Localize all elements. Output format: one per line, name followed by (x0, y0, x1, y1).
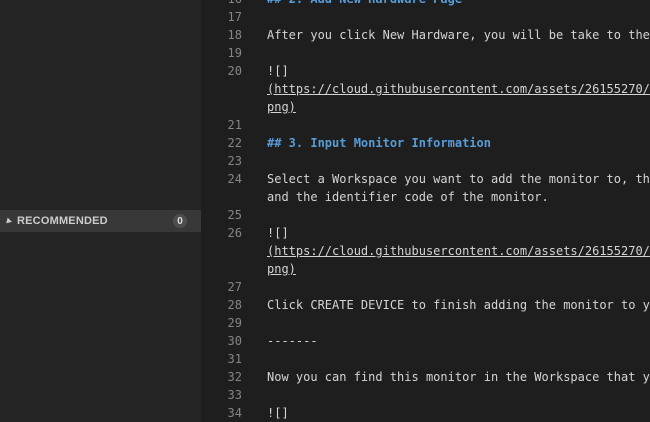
markdown-link: (https://cloud.githubusercontent.com/ass… (267, 82, 650, 96)
editor-line[interactable]: and the identifier code of the monitor. (201, 188, 650, 206)
line-number: 16 (201, 0, 242, 8)
editor-line[interactable]: 19 (201, 44, 650, 62)
line-number: 31 (227, 352, 242, 366)
editor-line[interactable]: 33 (201, 386, 650, 404)
recommended-section-header[interactable]: RECOMMENDED 0 (0, 210, 201, 232)
editor-line[interactable]: 22 ## 3. Input Monitor Information (201, 134, 650, 152)
line-text: ![] (267, 406, 289, 420)
editor-line[interactable]: 27 (201, 278, 650, 296)
line-number: 18 (227, 28, 242, 42)
editor-line[interactable]: 32 Now you can find this monitor in the W… (201, 368, 650, 386)
line-text: ![] (267, 64, 289, 78)
editor-line[interactable]: (https://cloud.githubusercontent.com/ass… (201, 242, 650, 260)
editor-line[interactable]: 23 (201, 152, 650, 170)
editor-line[interactable]: 31 (201, 350, 650, 368)
line-number: 19 (227, 46, 242, 60)
markdown-link: (https://cloud.githubusercontent.com/ass… (267, 244, 650, 258)
chevron-down-icon[interactable] (4, 217, 12, 225)
editor-line[interactable]: 28 Click CREATE DEVICE to finish adding t… (201, 296, 650, 314)
line-number: 25 (227, 208, 242, 222)
count-badge: 0 (173, 214, 187, 228)
editor-line[interactable]: 26 ![] (201, 224, 650, 242)
line-number: 28 (227, 298, 242, 312)
markdown-heading: ## 3. Input Monitor Information (267, 136, 491, 150)
line-text: Select a Workspace you want to add the m… (267, 172, 650, 186)
editor-line[interactable]: 18 After you click New Hardware, you will… (201, 26, 650, 44)
markdown-link: png) (267, 262, 296, 276)
line-number: 32 (227, 370, 242, 384)
line-number: 26 (227, 226, 242, 240)
editor-line[interactable]: png) (201, 260, 650, 278)
editor-line[interactable]: (https://cloud.githubusercontent.com/ass… (201, 80, 650, 98)
line-number: 27 (227, 280, 242, 294)
line-number: 24 (227, 172, 242, 186)
line-number: 33 (227, 388, 242, 402)
editor-line[interactable]: png) (201, 98, 650, 116)
line-text: and the identifier code of the monitor. (267, 190, 549, 204)
line-number: 22 (227, 136, 242, 150)
editor-line[interactable]: 24 Select a Workspace you want to add the… (201, 170, 650, 188)
editor-line[interactable]: 21 (201, 116, 650, 134)
line-number: 17 (227, 10, 242, 24)
markdown-heading: ## 2. Add New Hardware Page (267, 0, 462, 8)
line-number: 29 (227, 316, 242, 330)
editor-line[interactable]: 16 ## 2. Add New Hardware Page (201, 0, 650, 8)
section-title: RECOMMENDED (17, 215, 108, 227)
editor-line[interactable]: 30 ------- (201, 332, 650, 350)
line-number: 21 (227, 118, 242, 132)
editor-line[interactable]: 34 ![] (201, 404, 650, 422)
line-text: ![] (267, 226, 289, 240)
editor-line[interactable]: 25 (201, 206, 650, 224)
line-number: 30 (227, 334, 242, 348)
line-text: Click CREATE DEVICE to finish adding the… (267, 298, 650, 312)
editor-line[interactable]: 17 (201, 8, 650, 26)
code-editor[interactable]: 16 ## 2. Add New Hardware Page 17 18 After y… (201, 0, 650, 422)
markdown-link: png) (267, 100, 296, 114)
editor-lines: 16 ## 2. Add New Hardware Page 17 18 After y… (201, 0, 650, 422)
line-text: ------- (267, 334, 318, 348)
line-number: 23 (227, 154, 242, 168)
line-number: 20 (227, 64, 242, 78)
sidebar: RECOMMENDED 0 (0, 0, 201, 422)
line-number: 34 (227, 406, 242, 420)
editor-line[interactable]: 29 (201, 314, 650, 332)
line-text: Now you can find this monitor in the Wor… (267, 370, 650, 384)
line-text: After you click New Hardware, you will b… (267, 28, 650, 42)
editor-line[interactable]: 20 ![] (201, 62, 650, 80)
